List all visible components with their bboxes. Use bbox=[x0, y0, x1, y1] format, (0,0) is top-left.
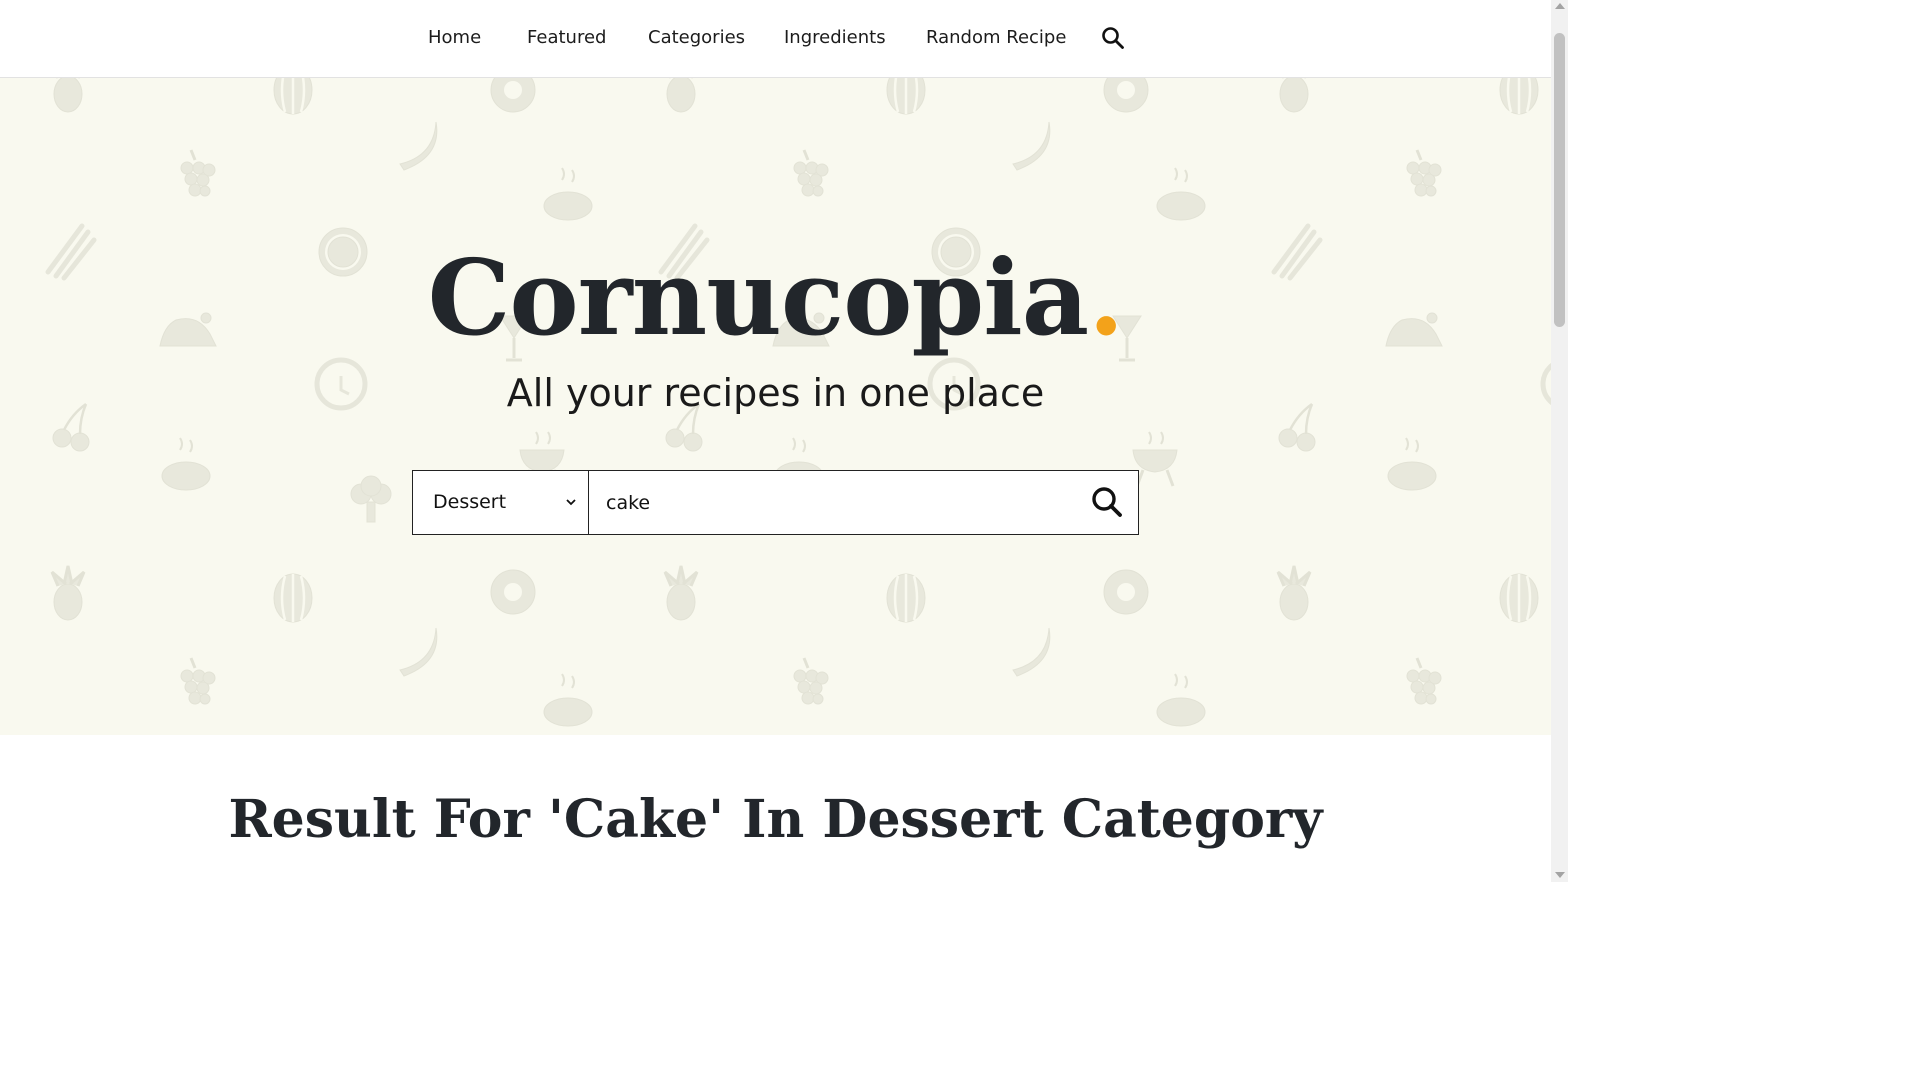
vertical-scrollbar[interactable] bbox=[1551, 0, 1568, 882]
scroll-down-arrow-icon[interactable] bbox=[1555, 872, 1565, 878]
top-navigation: Home Featured Categories Ingredients Ran… bbox=[0, 0, 1551, 78]
scroll-up-arrow-icon[interactable] bbox=[1555, 3, 1565, 9]
hero-section: Cornucopia. All your recipes in one plac… bbox=[0, 78, 1551, 735]
nav-link-ingredients[interactable]: Ingredients bbox=[784, 24, 886, 52]
nav-link-random-recipe[interactable]: Random Recipe bbox=[926, 24, 1066, 52]
site-logo-title: Cornucopia. bbox=[0, 238, 1551, 358]
recipe-search-bar: Dessert bbox=[412, 470, 1139, 535]
nav-link-home[interactable]: Home bbox=[428, 24, 481, 52]
search-submit-icon[interactable] bbox=[1089, 484, 1125, 520]
brand-name: Cornucopia bbox=[427, 236, 1089, 359]
brand-dot: . bbox=[1088, 236, 1124, 359]
search-input[interactable] bbox=[590, 471, 1070, 534]
results-heading: Result For 'Cake' In Dessert Category bbox=[228, 789, 1323, 850]
search-icon[interactable] bbox=[1100, 25, 1126, 51]
category-select[interactable]: Dessert bbox=[413, 471, 589, 534]
category-selected-value: Dessert bbox=[433, 491, 507, 513]
page: Home Featured Categories Ingredients Ran… bbox=[0, 0, 1551, 882]
nav-link-featured[interactable]: Featured bbox=[527, 24, 606, 52]
nav-link-categories[interactable]: Categories bbox=[648, 24, 745, 52]
tagline: All your recipes in one place bbox=[506, 371, 1045, 415]
scrollbar-thumb[interactable] bbox=[1554, 33, 1565, 327]
chevron-down-icon bbox=[566, 499, 576, 506]
